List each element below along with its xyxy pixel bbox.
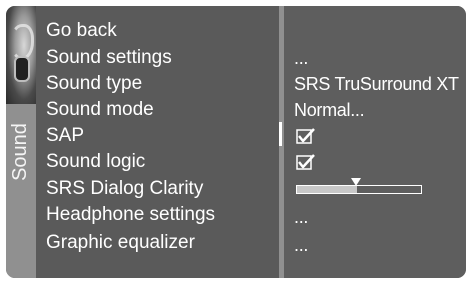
menu-item-sound-type[interactable]: Sound type (46, 72, 142, 96)
headphones-photo-icon (6, 6, 36, 104)
sound-menu-panel: Sound Go back Sound settings Sound type … (6, 6, 466, 278)
values-column: ... SRS TruSurround XT Normal... ... ... (284, 6, 466, 278)
menu-item-sound-settings[interactable]: Sound settings (46, 46, 172, 70)
menu-list: Go back Sound settings Sound type Sound … (36, 6, 279, 278)
ear-shape (10, 24, 34, 60)
headphone-settings-value[interactable]: ... (294, 205, 308, 229)
menu-item-graphic-equalizer[interactable]: Graphic equalizer (46, 231, 195, 255)
menu-item-srs-dialog-clarity[interactable]: SRS Dialog Clarity (46, 177, 203, 201)
sound-logic-checkbox[interactable] (296, 153, 316, 170)
menu-item-headphone-settings[interactable]: Headphone settings (46, 203, 215, 227)
sound-side-tab: Sound (6, 6, 36, 278)
slider-fill (297, 186, 357, 193)
sap-checkbox[interactable] (296, 127, 316, 144)
graphic-equalizer-value[interactable]: ... (294, 233, 308, 257)
srs-dialog-clarity-slider[interactable] (296, 185, 422, 194)
selection-indicator (279, 122, 282, 146)
slider-thumb-icon[interactable] (351, 178, 362, 186)
sound-settings-value[interactable]: ... (294, 46, 308, 70)
menu-item-go-back[interactable]: Go back (46, 19, 117, 43)
menu-item-sound-logic[interactable]: Sound logic (46, 150, 145, 174)
menu-item-sap[interactable]: SAP (46, 124, 84, 148)
earphone-shape (14, 56, 30, 82)
sound-mode-value[interactable]: Normal... (294, 98, 365, 122)
side-tab-label: Sound (9, 123, 31, 181)
sound-type-value[interactable]: SRS TruSurround XT (294, 72, 459, 96)
menu-item-sound-mode[interactable]: Sound mode (46, 98, 154, 122)
